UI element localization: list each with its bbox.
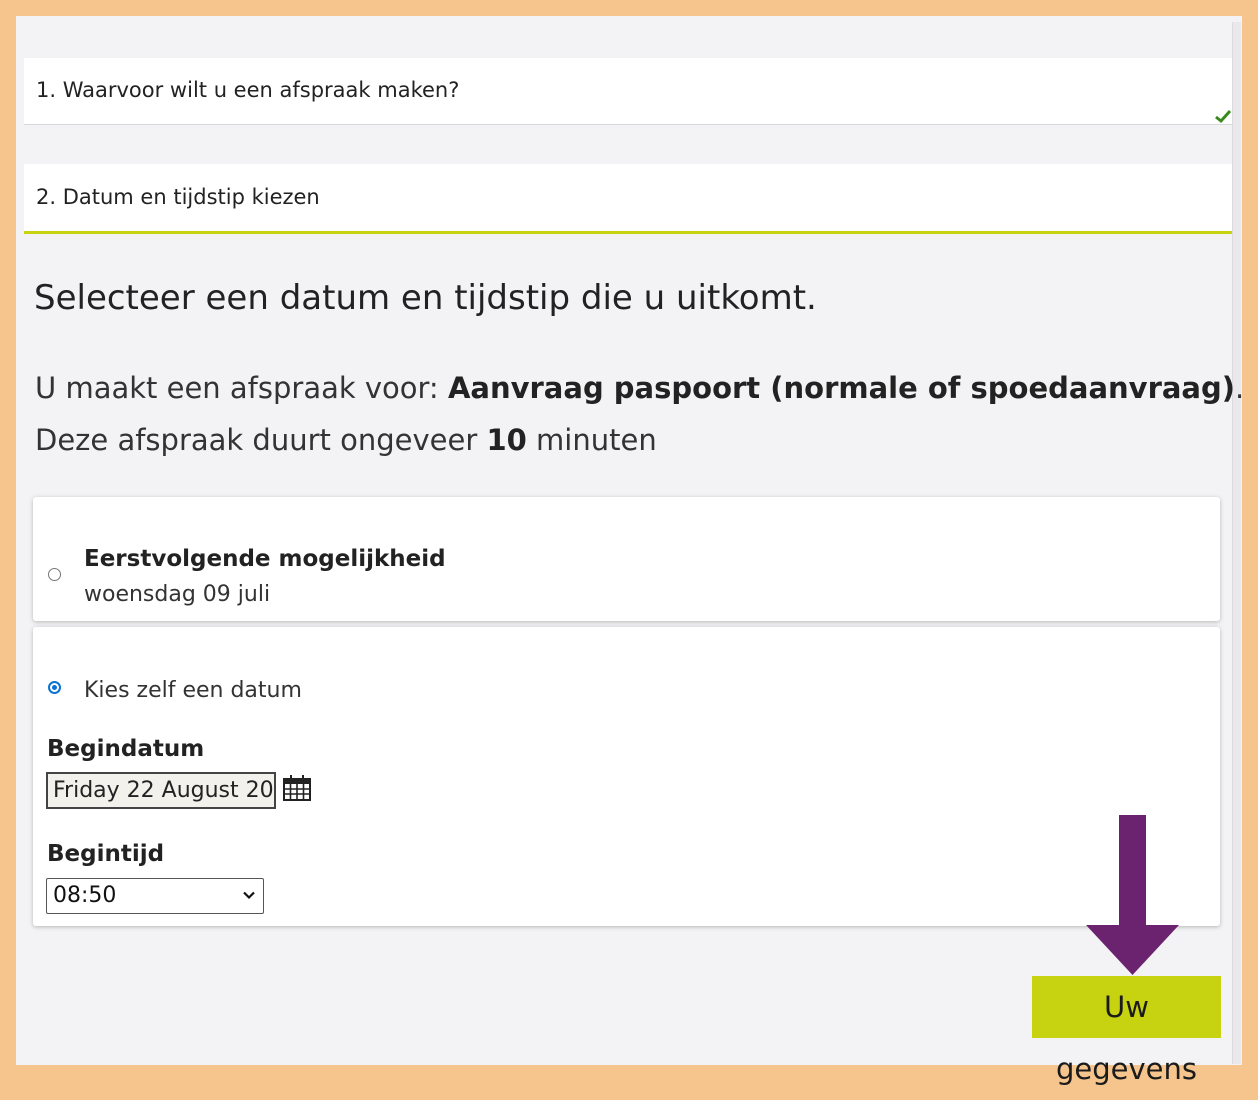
- step-1-header[interactable]: 1. Waarvoor wilt u een afspraak maken?: [24, 58, 1232, 125]
- custom-date-option: Kies zelf een datum Begindatum Friday 22…: [33, 627, 1220, 926]
- page-title: Selecteer een datum en tijdstip die u ui…: [34, 278, 817, 318]
- intro-prefix: U maakt een afspraak voor:: [35, 371, 448, 405]
- custom-date-radio[interactable]: [48, 681, 61, 694]
- first-available-title: Eerstvolgende mogelijkheid: [84, 546, 446, 572]
- duration-suffix: minuten: [526, 423, 657, 457]
- start-time-label: Begintijd: [47, 841, 165, 867]
- start-time-value: 08:50: [53, 883, 117, 908]
- start-time-select[interactable]: 08:50: [46, 878, 264, 914]
- scrollbar[interactable]: [1232, 22, 1241, 1064]
- start-date-input[interactable]: Friday 22 August 2025: [46, 772, 276, 809]
- appointment-summary: U maakt een afspraak voor: Aanvraag pasp…: [35, 362, 1244, 466]
- chevron-down-icon: [243, 891, 255, 900]
- first-available-option[interactable]: Eerstvolgende mogelijkheid woensdag 09 j…: [33, 497, 1220, 621]
- duration-value: 10: [486, 423, 527, 457]
- next-step-button[interactable]: Uw gegevens: [1032, 976, 1221, 1086]
- step-2-header[interactable]: 2. Datum en tijdstip kiezen: [24, 164, 1232, 234]
- step-2-label: 2. Datum en tijdstip kiezen: [36, 185, 320, 209]
- start-date-label: Begindatum: [47, 736, 205, 762]
- first-available-date: woensdag 09 juli: [84, 582, 271, 607]
- duration-prefix: Deze afspraak duurt ongeveer: [35, 423, 487, 457]
- custom-date-label: Kies zelf een datum: [84, 678, 302, 703]
- intro-period: .: [1235, 371, 1245, 405]
- service-name: Aanvraag paspoort (normale of spoedaanvr…: [447, 371, 1236, 405]
- down-arrow-icon: [1086, 815, 1179, 975]
- calendar-icon[interactable]: [283, 775, 311, 801]
- step-1-label: 1. Waarvoor wilt u een afspraak maken?: [36, 78, 460, 102]
- checkmark-icon: [1215, 109, 1232, 124]
- first-available-radio[interactable]: [48, 568, 61, 581]
